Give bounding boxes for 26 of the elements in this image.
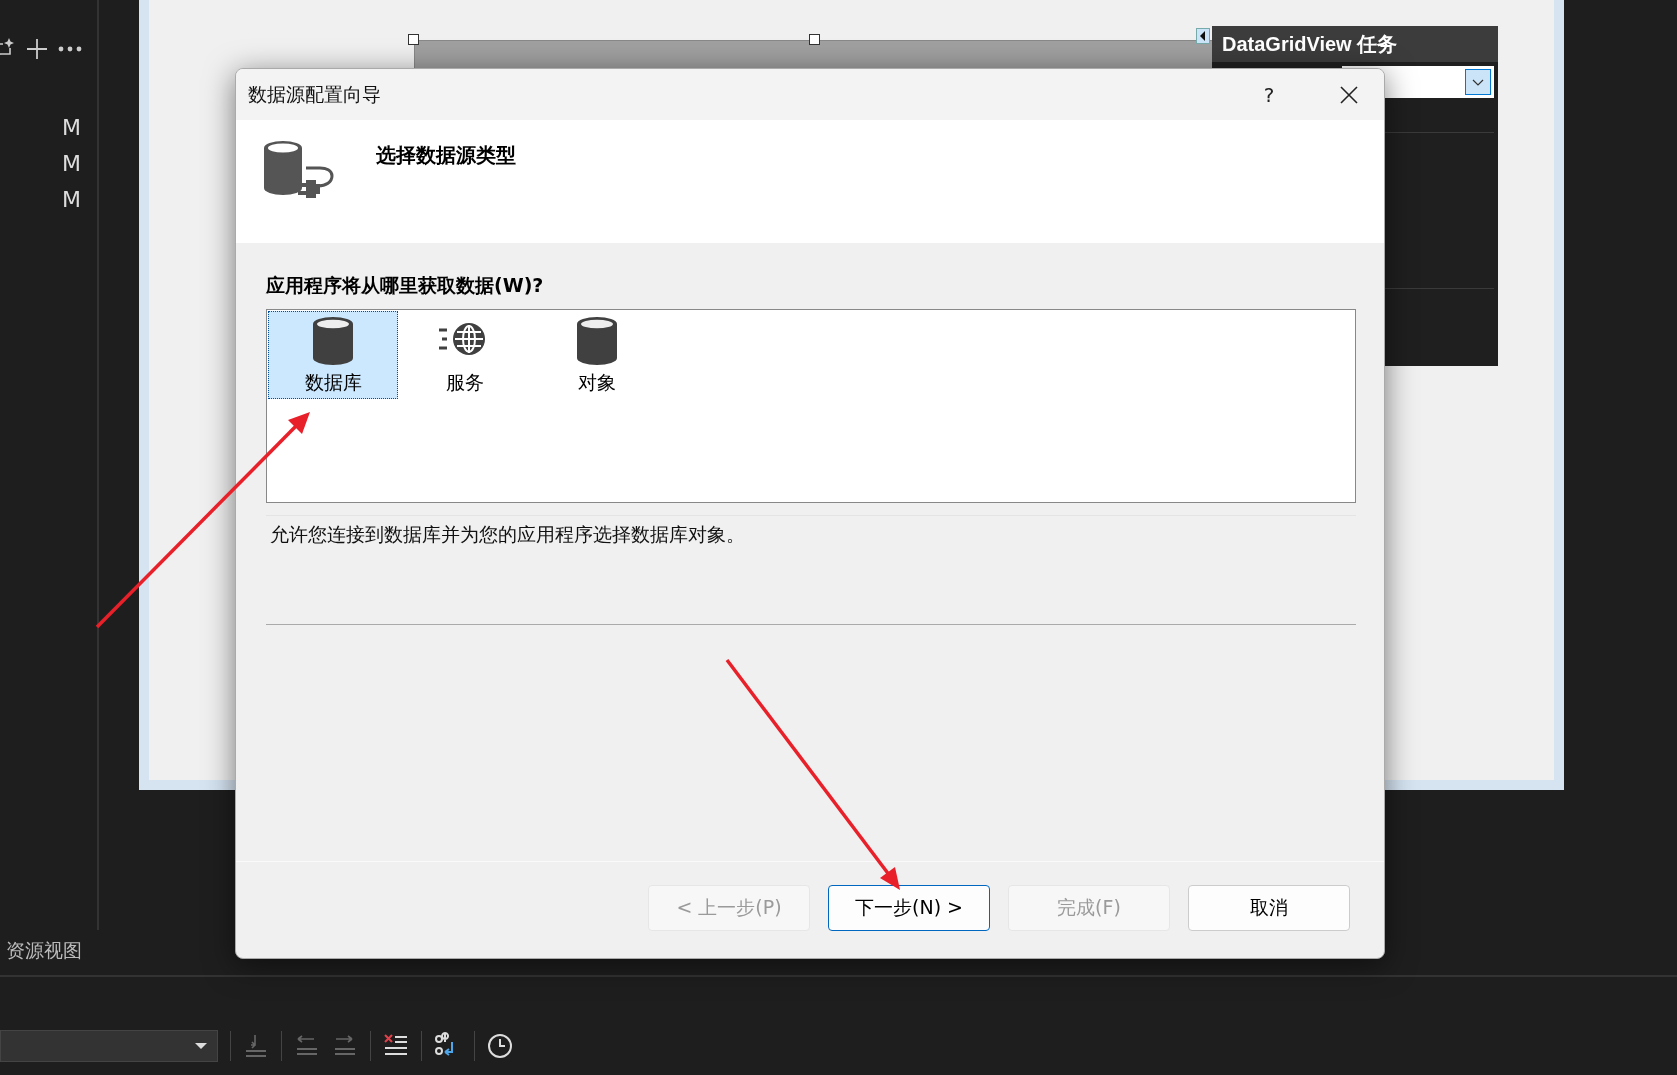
- dialog-title: 数据源配置向导: [248, 81, 382, 107]
- panel-title: DataGridView 任务: [1212, 26, 1498, 62]
- source-type-option[interactable]: 对象: [532, 311, 662, 399]
- clock-icon[interactable]: [487, 1033, 513, 1059]
- source-type-option[interactable]: 数据库: [268, 311, 398, 399]
- more-icon[interactable]: [58, 45, 82, 53]
- resize-handle[interactable]: [408, 34, 419, 45]
- dropdown-caret-icon: [195, 1042, 207, 1050]
- help-button[interactable]: ?: [1234, 74, 1304, 115]
- wizard-button[interactable]: 取消: [1188, 885, 1350, 931]
- description-text: 允许您连接到数据库并为您的应用程序选择数据库对象。: [266, 515, 1356, 625]
- sidebar-tab[interactable]: 资源视图: [6, 939, 82, 961]
- close-icon: [1340, 85, 1358, 104]
- wizard-button[interactable]: 下一步(N) >: [828, 885, 990, 931]
- database-icon: [311, 316, 355, 366]
- dropdown-chevron-icon: [1465, 69, 1491, 95]
- question-label: 应用程序将从哪里获取数据(W)?: [266, 273, 545, 298]
- database-icon: [575, 316, 619, 366]
- resize-handle[interactable]: [809, 34, 820, 45]
- go-to-line-icon[interactable]: [243, 1033, 269, 1059]
- page-heading: 选择数据源类型: [376, 142, 516, 169]
- modified-marker: M: [62, 152, 81, 176]
- source-type-option[interactable]: 服务: [400, 311, 530, 399]
- modified-marker: M: [62, 116, 81, 140]
- plus-icon[interactable]: [26, 38, 48, 60]
- modified-marker: M: [62, 188, 81, 212]
